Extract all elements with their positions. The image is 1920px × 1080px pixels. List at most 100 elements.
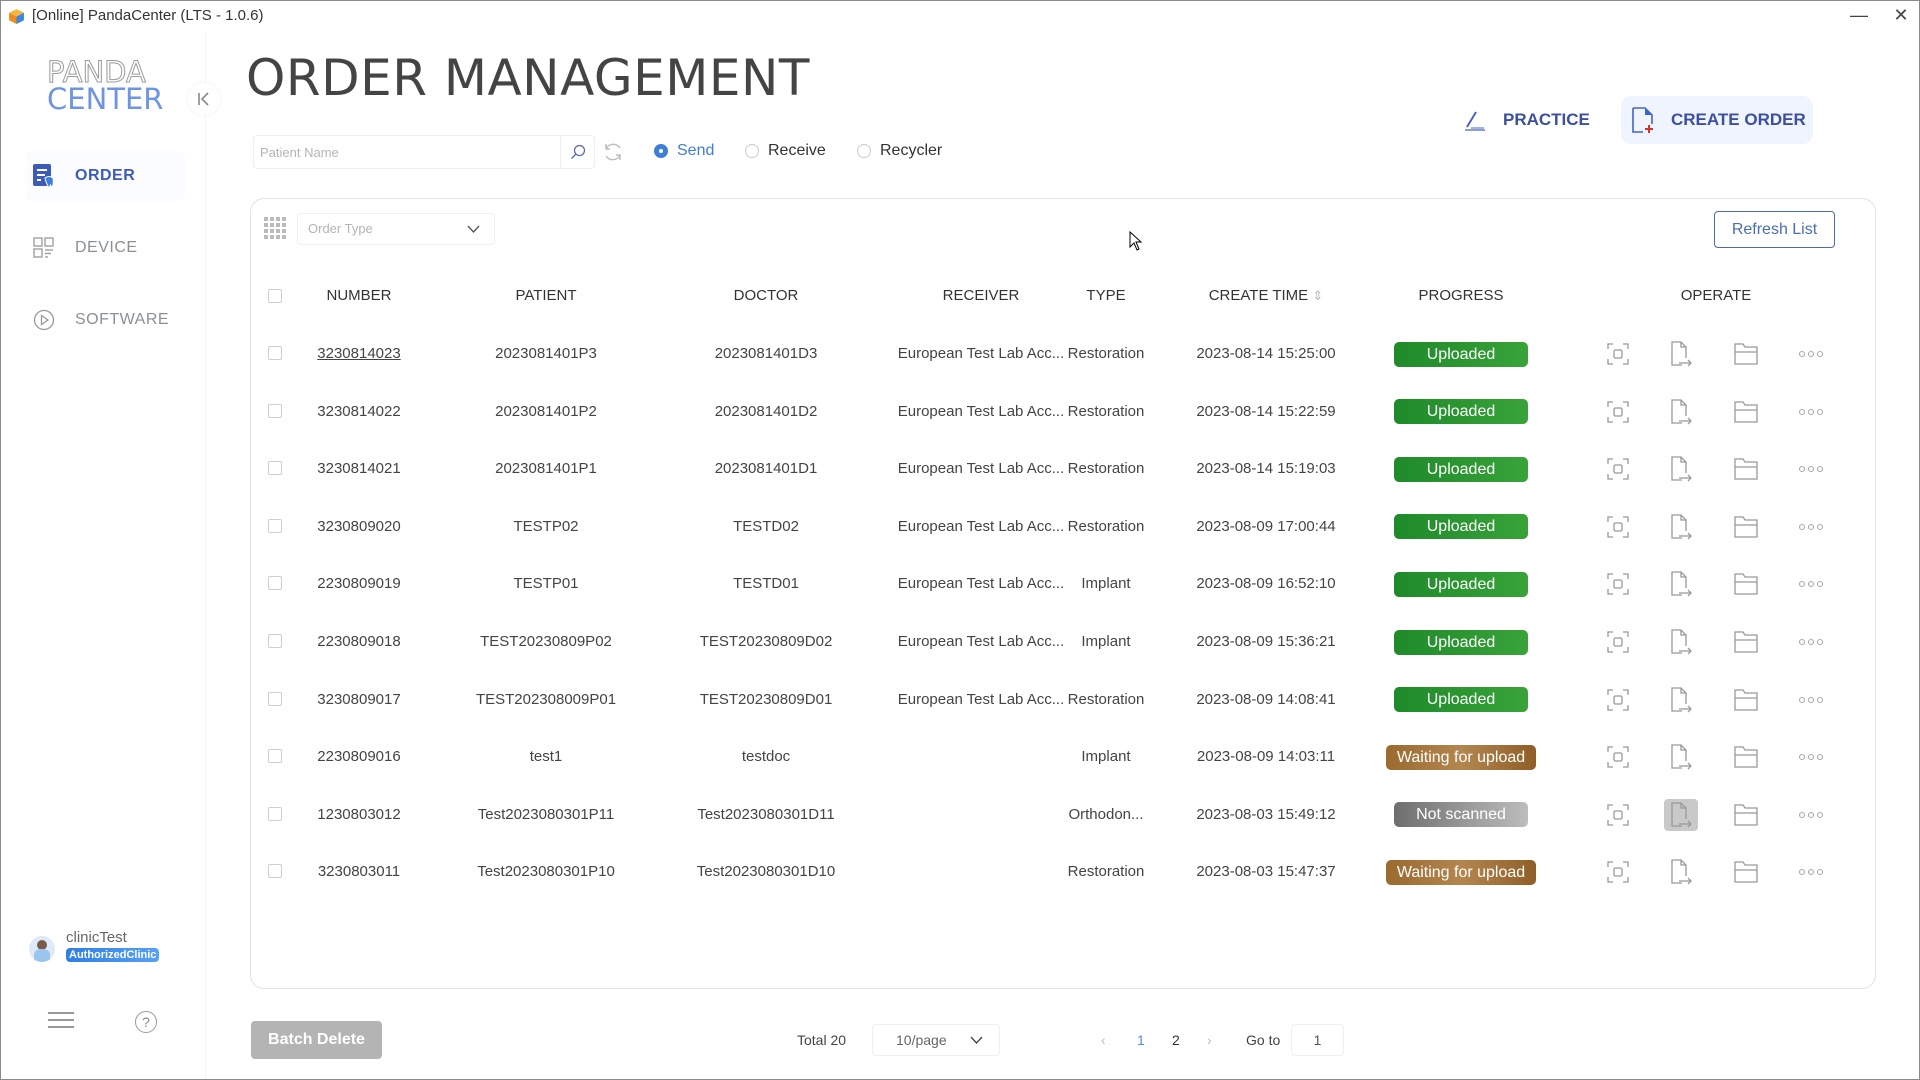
more-button[interactable] [1794, 568, 1828, 600]
scan-button[interactable] [1601, 338, 1635, 370]
radio-send[interactable]: Send [654, 142, 714, 160]
table-row[interactable]: 1230803012 Test2023080301P11 Test202308030… [251, 786, 1875, 843]
patient-name-input[interactable] [254, 136, 544, 168]
order-number-link[interactable]: 3230809020 [317, 518, 400, 535]
page-1-button[interactable]: 1 [1137, 1032, 1145, 1048]
export-file-button[interactable] [1664, 338, 1698, 370]
row-checkbox[interactable] [268, 461, 282, 476]
table-row[interactable]: 3230803011 Test2023080301P10 Test202308030… [251, 843, 1875, 900]
prev-page-button[interactable]: ‹ [1101, 1032, 1106, 1048]
minimize-button[interactable]: — [1844, 3, 1874, 29]
order-number[interactable]: 1230803012 [299, 786, 419, 843]
table-row[interactable]: 3230814021 2023081401P1 2023081401D1 Europe… [251, 440, 1875, 497]
folder-button[interactable] [1729, 568, 1763, 600]
order-number[interactable]: 3230809017 [299, 671, 419, 728]
export-file-button[interactable] [1664, 453, 1698, 485]
scan-button[interactable] [1601, 741, 1635, 773]
folder-button[interactable] [1729, 799, 1763, 831]
export-file-button[interactable] [1664, 684, 1698, 716]
radio-receive[interactable]: Receive [745, 142, 826, 160]
row-checkbox[interactable] [268, 749, 282, 764]
scan-button[interactable] [1601, 568, 1635, 600]
row-checkbox[interactable] [268, 518, 282, 533]
radio-recycler[interactable]: Recycler [857, 142, 942, 160]
sidebar-item-device[interactable]: DEVICE [25, 223, 185, 273]
order-number[interactable]: 3230814022 [299, 383, 419, 440]
order-number-link[interactable]: 3230809017 [317, 691, 400, 708]
create-order-button[interactable]: CREATE ORDER [1621, 96, 1813, 144]
order-number[interactable]: 2230809019 [299, 555, 419, 612]
scan-button[interactable] [1601, 799, 1635, 831]
folder-button[interactable] [1729, 453, 1763, 485]
batch-delete-button[interactable]: Batch Delete [251, 1021, 382, 1059]
order-number-link[interactable]: 3230814022 [317, 403, 400, 420]
scan-button[interactable] [1601, 626, 1635, 658]
table-row[interactable]: 2230809016 test1 testdoc Implant 2023-08-09 … [251, 728, 1875, 785]
user-profile[interactable]: clinicTest AuthorizedClinic [29, 929, 160, 962]
order-number-link[interactable]: 3230814023 [317, 345, 400, 362]
order-number[interactable]: 3230803011 [299, 843, 419, 900]
column-header-create-time[interactable]: CREATE TIME ⇕ [1171, 267, 1361, 325]
row-checkbox[interactable] [268, 346, 282, 360]
more-button[interactable] [1794, 511, 1828, 543]
row-checkbox[interactable] [268, 691, 282, 706]
search-button[interactable] [560, 136, 594, 168]
folder-button[interactable] [1729, 511, 1763, 543]
order-number[interactable]: 2230809016 [299, 728, 419, 785]
table-row[interactable]: 3230809020 TESTP02 TESTD02 European Test La… [251, 498, 1875, 555]
scan-button[interactable] [1601, 453, 1635, 485]
scan-button[interactable] [1601, 856, 1635, 888]
table-row[interactable]: 2230809018 TEST20230809P02 TEST20230809D02… [251, 613, 1875, 670]
more-button[interactable] [1794, 684, 1828, 716]
order-type-select[interactable]: Order Type [297, 213, 495, 245]
more-button[interactable] [1794, 856, 1828, 888]
next-page-button[interactable]: › [1207, 1032, 1212, 1048]
folder-button[interactable] [1729, 684, 1763, 716]
scan-button[interactable] [1601, 396, 1635, 428]
close-button[interactable]: ✕ [1886, 3, 1916, 29]
order-number[interactable]: 2230809018 [299, 613, 419, 670]
order-number-link[interactable]: 2230809018 [317, 633, 400, 650]
column-header-number[interactable]: NUMBER [299, 267, 419, 325]
more-button[interactable] [1794, 453, 1828, 485]
more-button[interactable] [1794, 338, 1828, 370]
more-button[interactable] [1794, 799, 1828, 831]
sort-icon[interactable]: ⇕ [1312, 288, 1323, 303]
goto-page-input[interactable] [1291, 1024, 1344, 1056]
select-all-checkbox[interactable] [268, 289, 282, 303]
export-file-button[interactable] [1664, 511, 1698, 543]
more-button[interactable] [1794, 626, 1828, 658]
more-button[interactable] [1794, 396, 1828, 428]
page-size-select[interactable]: 10/page [872, 1024, 1000, 1056]
table-row[interactable]: 3230809017 TEST202308009P01 TEST20230809D0… [251, 671, 1875, 728]
row-checkbox[interactable] [268, 403, 282, 418]
scan-button[interactable] [1601, 511, 1635, 543]
export-file-button[interactable] [1664, 396, 1698, 428]
order-number-link[interactable]: 3230803011 [318, 863, 400, 880]
order-number-link[interactable]: 2230809019 [317, 575, 400, 592]
folder-button[interactable] [1729, 338, 1763, 370]
reset-icon[interactable] [602, 141, 624, 163]
order-number-link[interactable]: 2230809016 [317, 748, 400, 765]
page-2-button[interactable]: 2 [1172, 1032, 1180, 1048]
order-number[interactable]: 3230809020 [299, 498, 419, 555]
more-button[interactable] [1794, 741, 1828, 773]
row-checkbox[interactable] [268, 576, 282, 591]
hamburger-menu-icon[interactable] [48, 1012, 74, 1030]
collapse-sidebar-button[interactable] [188, 83, 220, 115]
export-file-button[interactable] [1664, 626, 1698, 658]
order-number[interactable]: 3230814021 [299, 440, 419, 497]
order-number-link[interactable]: 1230803012 [317, 806, 400, 823]
row-checkbox[interactable] [268, 806, 282, 821]
folder-button[interactable] [1729, 626, 1763, 658]
export-file-button[interactable] [1664, 856, 1698, 888]
table-row[interactable]: 2230809019 TESTP01 TESTD01 European Test La… [251, 555, 1875, 612]
column-settings-grid-icon[interactable] [264, 217, 286, 239]
refresh-list-button[interactable]: Refresh List [1714, 211, 1835, 248]
table-row[interactable]: 3230814022 2023081401P2 2023081401D2 Europe… [251, 383, 1875, 440]
sidebar-item-order[interactable]: ORDER [25, 151, 185, 201]
folder-button[interactable] [1729, 856, 1763, 888]
export-file-button[interactable] [1664, 798, 1698, 831]
order-number-link[interactable]: 3230814021 [317, 460, 400, 477]
export-file-button[interactable] [1664, 741, 1698, 773]
